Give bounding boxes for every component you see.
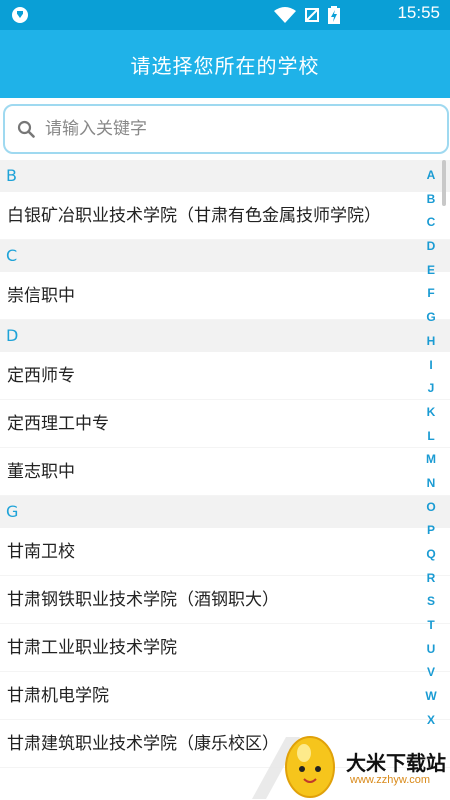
index-letter-j[interactable]: J: [420, 377, 442, 401]
index-letter-o[interactable]: O: [420, 496, 442, 520]
list-item[interactable]: 甘肃工业职业技术学院: [0, 624, 450, 672]
list-item[interactable]: 董志职中: [0, 448, 450, 496]
search-bar: [0, 104, 450, 156]
watermark-name: 大米下载站: [346, 751, 446, 775]
section-header-d: D: [0, 320, 450, 352]
index-letter-n[interactable]: N: [420, 472, 442, 496]
status-bar: 15:55: [0, 0, 450, 30]
index-letter-e[interactable]: E: [420, 259, 442, 283]
index-letter-a[interactable]: A: [420, 164, 442, 188]
list-item[interactable]: 崇信职中: [0, 272, 450, 320]
shield-icon: [12, 7, 28, 23]
index-letter-t[interactable]: T: [420, 614, 442, 638]
section-header-g: G: [0, 496, 450, 528]
index-letter-u[interactable]: U: [420, 638, 442, 662]
index-letter-q[interactable]: Q: [420, 543, 442, 567]
wifi-icon: [274, 7, 296, 23]
index-letter-l[interactable]: L: [420, 425, 442, 449]
index-letter-g[interactable]: G: [420, 306, 442, 330]
search-input[interactable]: [45, 114, 435, 144]
watermark: 大米下载站 www.zzhyw.com: [248, 725, 450, 800]
list-item[interactable]: 甘肃机电学院: [0, 672, 450, 720]
watermark-url: www.zzhyw.com: [350, 774, 431, 786]
list-item[interactable]: 甘肃钢铁职业技术学院（酒钢职大）: [0, 576, 450, 624]
index-letter-c[interactable]: C: [420, 211, 442, 235]
index-letter-p[interactable]: P: [420, 519, 442, 543]
index-letter-v[interactable]: V: [420, 661, 442, 685]
list-item[interactable]: 定西师专: [0, 352, 450, 400]
index-letter-s[interactable]: S: [420, 590, 442, 614]
index-letter-i[interactable]: I: [420, 354, 442, 378]
mascot-logo: [252, 736, 335, 799]
section-header-b: B: [0, 160, 450, 192]
battery-icon: [328, 6, 340, 24]
index-letter-r[interactable]: R: [420, 567, 442, 591]
index-letter-m[interactable]: M: [420, 448, 442, 472]
section-header-c: C: [0, 240, 450, 272]
scrollbar-thumb[interactable]: [442, 160, 446, 206]
list-item[interactable]: 甘南卫校: [0, 528, 450, 576]
no-sim-icon: [305, 8, 319, 22]
index-letter-k[interactable]: K: [420, 401, 442, 425]
list-item[interactable]: 定西理工中专: [0, 400, 450, 448]
status-icons: [274, 6, 340, 24]
app-bar: 请选择您所在的学校: [0, 30, 450, 98]
list-item[interactable]: 白银矿冶职业技术学院（甘肃有色金属技师学院）: [0, 192, 450, 240]
index-letter-h[interactable]: H: [420, 330, 442, 354]
index-letter-b[interactable]: B: [420, 188, 442, 212]
search-box[interactable]: [3, 104, 449, 154]
page-title: 请选择您所在的学校: [130, 53, 320, 78]
status-time: 15:55: [397, 3, 440, 22]
index-letter-d[interactable]: D: [420, 235, 442, 259]
school-list: B 白银矿冶职业技术学院（甘肃有色金属技师学院） C 崇信职中 D 定西师专 定…: [0, 160, 450, 768]
alphabet-index: A B C D E F G H I J K L M N O P Q R S T …: [420, 164, 442, 734]
index-letter-w[interactable]: W: [420, 685, 442, 709]
index-letter-f[interactable]: F: [420, 282, 442, 306]
search-icon: [17, 120, 35, 138]
